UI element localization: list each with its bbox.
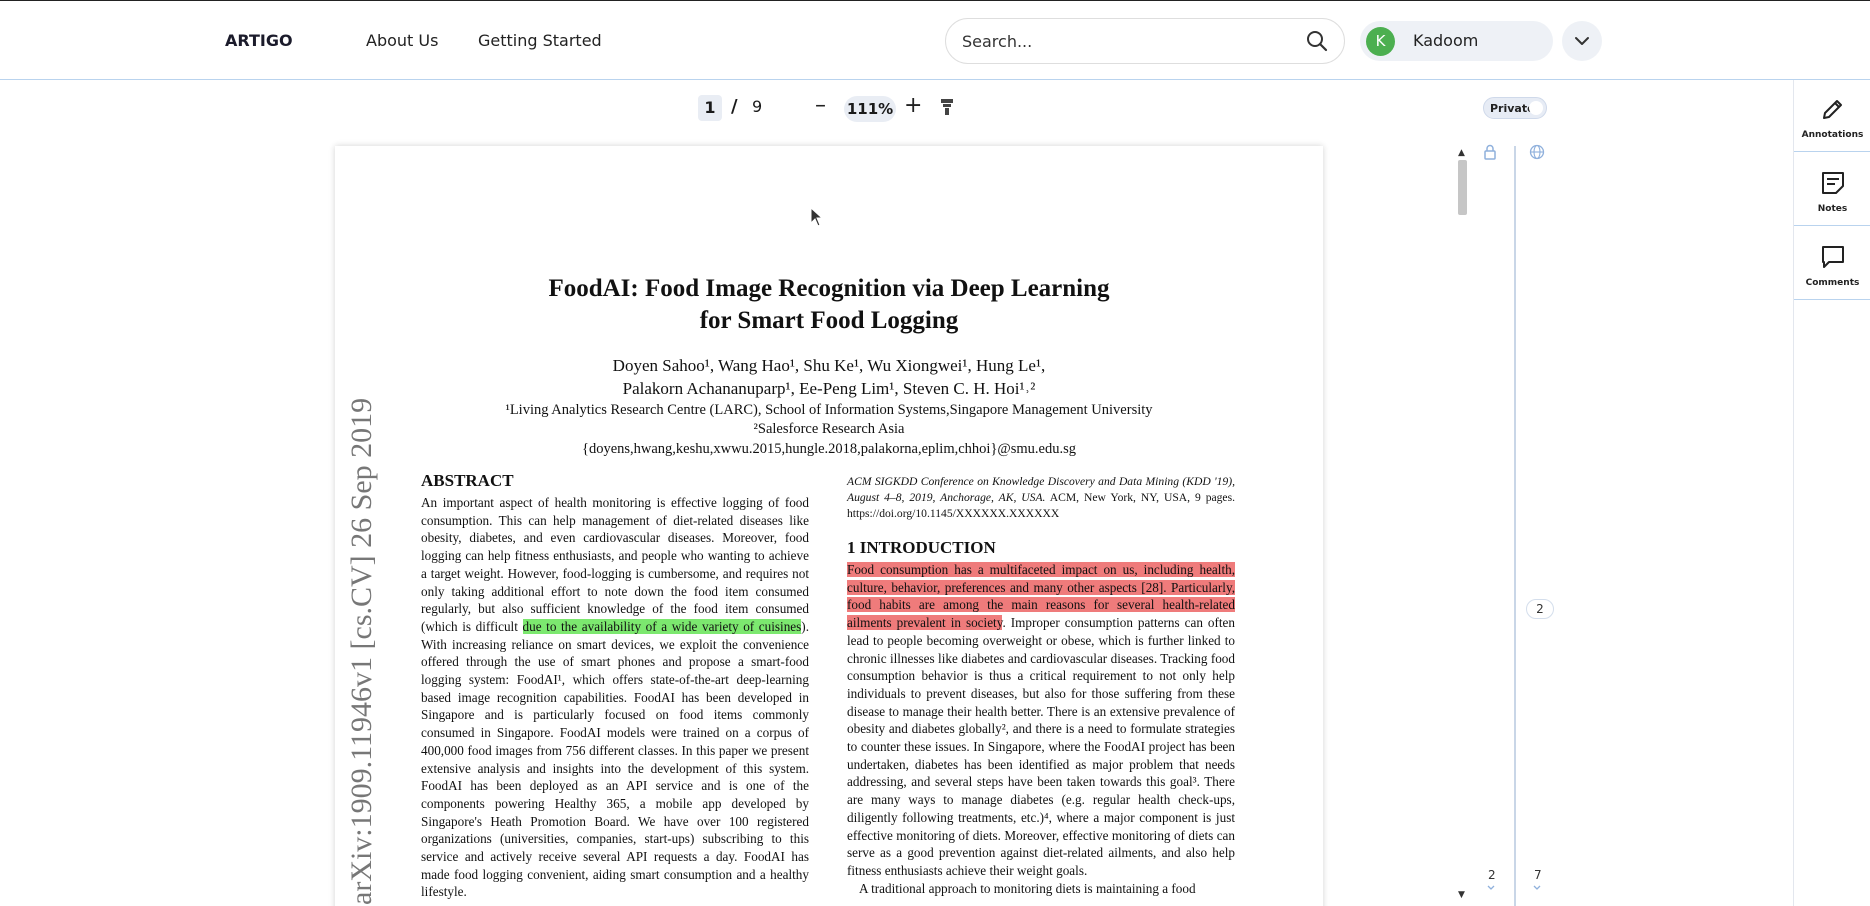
comments-button[interactable]: Comments	[1794, 228, 1870, 300]
abstract-heading: ABSTRACT	[421, 471, 514, 490]
private-label: Private	[1490, 102, 1535, 115]
mouse-cursor-icon	[810, 207, 824, 227]
abstract-text-pre: An important aspect of health monitoring…	[421, 495, 809, 634]
green-highlight[interactable]: due to the availability of a wide variet…	[522, 618, 802, 634]
conference-info: ACM SIGKDD Conference on Knowledge Disco…	[847, 474, 1235, 522]
search-box	[945, 18, 1345, 64]
private-toggle[interactable]: Private	[1483, 97, 1547, 119]
abstract-text: An important aspect of health monitoring…	[421, 494, 809, 901]
paper-title-line1: FoodAI: Food Image Recognition via Deep …	[548, 275, 1110, 302]
introduction-heading: 1 INTRODUCTION	[847, 538, 996, 557]
notes-label: Notes	[1817, 204, 1848, 214]
private-annotation-count[interactable]: 2	[1488, 868, 1496, 882]
total-pages: 9	[752, 97, 763, 116]
nav-getting-started[interactable]: Getting Started	[478, 31, 602, 50]
arxiv-stamp: arXiv:1909.11946v1 [cs.CV] 26 Sep 2019	[345, 397, 378, 905]
comment-icon	[1822, 246, 1844, 268]
paper-authors-line1: Doyen Sahoo¹, Wang Hao¹, Shu Ke¹, Wu Xio…	[612, 356, 1046, 375]
introduction-text-post: . Improper consumption patterns can ofte…	[847, 615, 1236, 878]
nav-about-us[interactable]: About Us	[366, 31, 438, 50]
annotations-button[interactable]: Annotations	[1794, 80, 1870, 152]
avatar: K	[1366, 27, 1395, 56]
search-icon[interactable]	[1306, 30, 1328, 52]
pdf-page: FoodAI: Food Image Recognition via Deep …	[335, 146, 1323, 906]
introduction-text-continued: A traditional approach to monitoring die…	[859, 880, 1196, 896]
user-menu[interactable]: K Kadoom	[1360, 21, 1553, 61]
paper-authors-line2: Palakorn Achananuparp¹, Ee-Peng Lim¹, St…	[622, 379, 1036, 398]
chevron-down-icon	[1575, 37, 1589, 45]
public-annotation-count[interactable]: 7	[1534, 868, 1542, 882]
toggle-knob	[1529, 101, 1543, 115]
highlighter-icon[interactable]	[940, 98, 954, 116]
annotation-marker[interactable]: 2	[1526, 599, 1554, 619]
annotations-label: Annotations	[1801, 130, 1864, 140]
zoom-level[interactable]: 111%	[844, 96, 896, 122]
annotation-divider	[1514, 146, 1516, 906]
chevron-down-icon[interactable]	[1485, 884, 1497, 892]
search-input[interactable]	[962, 30, 1282, 52]
paper-affiliation-1: ¹Living Analytics Research Centre (LARC)…	[505, 402, 1153, 418]
comments-label: Comments	[1805, 278, 1860, 288]
notes-button[interactable]: Notes	[1794, 154, 1870, 226]
paper-affiliation-2: ²Salesforce Research Asia	[753, 421, 905, 437]
scroll-down-arrow[interactable]: ▼	[1458, 890, 1465, 900]
lock-icon[interactable]	[1483, 144, 1497, 160]
scroll-thumb[interactable]	[1458, 160, 1467, 215]
zoom-out-button[interactable]: –	[815, 93, 826, 118]
chevron-down-icon[interactable]	[1531, 884, 1543, 892]
paper-title-line2: for Smart Food Logging	[699, 307, 959, 334]
scroll-up-arrow[interactable]: ▲	[1458, 148, 1465, 158]
page-separator: /	[731, 96, 738, 117]
paper-emails: {doyens,hwang,keshu,xwwu.2015,hungle.201…	[581, 441, 1077, 457]
abstract-text-post: ). With increasing reliance on smart dev…	[421, 618, 809, 900]
user-dropdown-button[interactable]	[1562, 21, 1602, 61]
globe-icon[interactable]	[1529, 144, 1545, 160]
page-scrollbar[interactable]: ▲ ▼	[1456, 146, 1468, 906]
user-name: Kadoom	[1413, 31, 1479, 50]
top-navbar: ARTIGO About Us Getting Started K Kadoom	[0, 0, 1870, 80]
right-side-panel: Annotations Notes Comments	[1793, 80, 1870, 906]
zoom-in-button[interactable]: +	[904, 93, 922, 118]
introduction-text: Food consumption has a multifaceted impa…	[847, 561, 1235, 897]
brand-logo[interactable]: ARTIGO	[225, 31, 293, 50]
current-page-input[interactable]: 1	[698, 95, 722, 121]
pencil-icon	[1823, 100, 1842, 119]
note-icon	[1822, 172, 1844, 194]
